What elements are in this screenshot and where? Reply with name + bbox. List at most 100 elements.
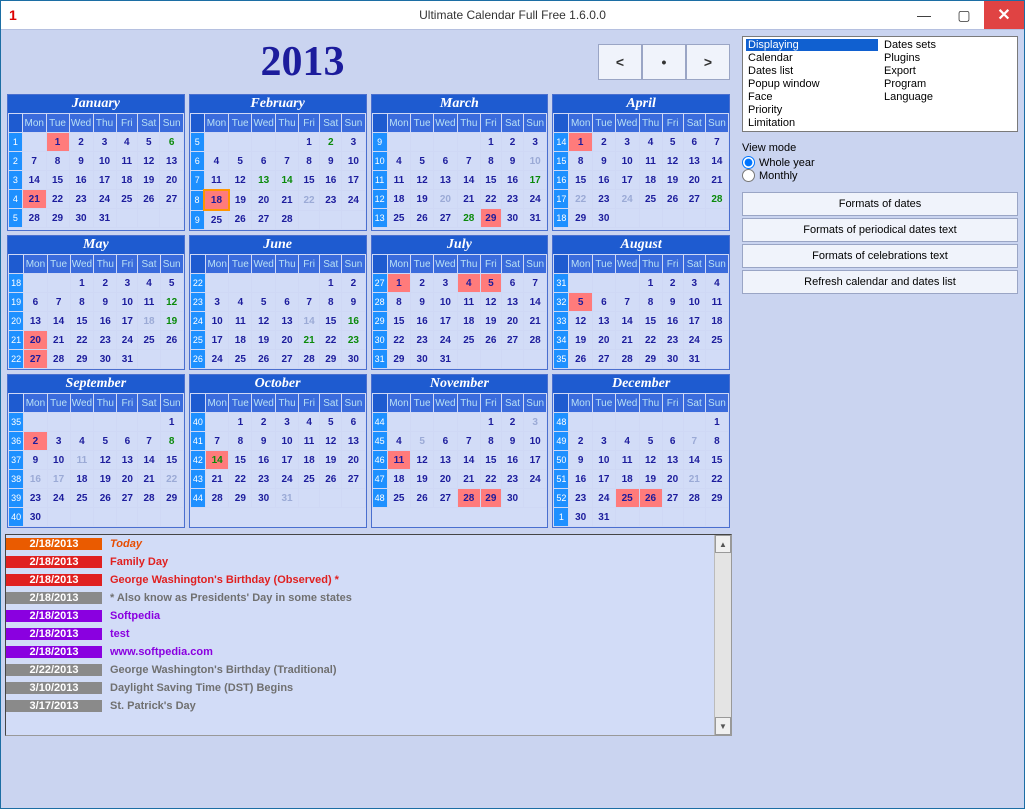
day-cell[interactable]: 22 xyxy=(160,470,183,489)
day-cell[interactable]: 19 xyxy=(411,470,434,489)
maximize-button[interactable]: ▢ xyxy=(944,1,984,29)
day-cell[interactable]: 10 xyxy=(592,451,615,470)
day-cell[interactable]: 19 xyxy=(160,312,183,331)
day-cell[interactable]: 18 xyxy=(387,470,411,489)
day-cell[interactable]: 7 xyxy=(276,152,299,171)
day-cell[interactable]: 5 xyxy=(320,413,342,432)
day-cell[interactable]: 6 xyxy=(117,432,138,451)
day-cell[interactable]: 30 xyxy=(662,350,683,369)
prev-button[interactable]: < xyxy=(598,44,642,80)
day-cell[interactable]: 16 xyxy=(94,312,117,331)
day-cell[interactable]: 19 xyxy=(252,331,276,350)
day-cell[interactable]: 4 xyxy=(204,152,228,171)
day-cell[interactable]: 24 xyxy=(276,470,299,489)
day-cell[interactable]: 4 xyxy=(457,274,480,293)
day-cell[interactable]: 3 xyxy=(683,274,705,293)
day-cell[interactable]: 21 xyxy=(683,470,705,489)
day-cell[interactable]: 9 xyxy=(569,451,593,470)
day-cell[interactable]: 20 xyxy=(252,190,276,210)
day-cell[interactable]: 24 xyxy=(93,190,116,209)
day-cell[interactable]: 15 xyxy=(639,312,662,331)
day-cell[interactable]: 21 xyxy=(276,190,299,210)
today-button[interactable]: • xyxy=(642,44,686,80)
day-cell[interactable]: 5 xyxy=(662,133,683,152)
day-cell[interactable]: 24 xyxy=(683,331,705,350)
day-cell[interactable]: 24 xyxy=(434,331,458,350)
day-cell[interactable]: 28 xyxy=(47,350,70,369)
day-cell[interactable]: 23 xyxy=(94,331,117,350)
day-cell[interactable]: 24 xyxy=(524,190,547,209)
day-cell[interactable]: 8 xyxy=(705,432,728,451)
day-cell[interactable]: 10 xyxy=(117,293,138,312)
day-cell[interactable]: 14 xyxy=(615,312,639,331)
day-cell[interactable]: 19 xyxy=(569,331,593,350)
event-row[interactable]: 3/10/2013Daylight Saving Time (DST) Begi… xyxy=(6,679,714,697)
day-cell[interactable]: 22 xyxy=(639,331,662,350)
day-cell[interactable]: 23 xyxy=(569,489,593,508)
day-cell[interactable]: 23 xyxy=(592,190,615,209)
day-cell[interactable]: 22 xyxy=(229,470,252,489)
day-cell[interactable]: 15 xyxy=(320,312,342,331)
day-cell[interactable]: 2 xyxy=(252,413,276,432)
minimize-button[interactable]: — xyxy=(904,1,944,29)
day-cell[interactable]: 22 xyxy=(320,331,342,350)
day-cell[interactable]: 29 xyxy=(569,209,593,228)
day-cell[interactable]: 30 xyxy=(592,209,615,228)
day-cell[interactable]: 8 xyxy=(70,293,94,312)
day-cell[interactable]: 26 xyxy=(569,350,593,369)
day-cell[interactable]: 25 xyxy=(116,190,137,209)
day-cell[interactable]: 15 xyxy=(387,312,411,331)
day-cell[interactable]: 2 xyxy=(662,274,683,293)
day-cell[interactable]: 5 xyxy=(639,432,662,451)
day-cell[interactable]: 8 xyxy=(229,432,252,451)
day-cell[interactable]: 20 xyxy=(160,171,183,190)
day-cell[interactable]: 24 xyxy=(615,190,639,209)
event-row[interactable]: 2/18/2013George Washington's Birthday (O… xyxy=(6,571,714,589)
day-cell[interactable]: 11 xyxy=(387,171,411,190)
day-cell[interactable]: 19 xyxy=(320,451,342,470)
day-cell[interactable]: 12 xyxy=(229,171,252,191)
day-cell[interactable]: 12 xyxy=(411,451,434,470)
day-cell[interactable]: 24 xyxy=(342,190,365,210)
day-cell[interactable]: 28 xyxy=(705,190,728,209)
day-cell[interactable]: 9 xyxy=(342,293,365,312)
day-cell[interactable]: 31 xyxy=(276,489,299,508)
day-cell[interactable]: 26 xyxy=(229,210,252,230)
day-cell[interactable]: 30 xyxy=(342,350,365,369)
day-cell[interactable]: 4 xyxy=(229,293,252,312)
day-cell[interactable]: 26 xyxy=(94,489,117,508)
day-cell[interactable]: 15 xyxy=(160,451,183,470)
day-cell[interactable]: 4 xyxy=(70,432,94,451)
day-cell[interactable]: 27 xyxy=(276,350,299,369)
settings-categories[interactable]: DisplayingDates setsCalendarPluginsDates… xyxy=(742,36,1018,132)
day-cell[interactable]: 23 xyxy=(252,470,276,489)
day-cell[interactable]: 28 xyxy=(683,489,705,508)
day-cell[interactable]: 22 xyxy=(480,470,501,489)
day-cell[interactable]: 1 xyxy=(229,413,252,432)
day-cell[interactable]: 30 xyxy=(501,209,523,228)
day-cell[interactable]: 28 xyxy=(22,209,46,228)
day-cell[interactable]: 18 xyxy=(116,171,137,190)
day-cell[interactable]: 23 xyxy=(501,190,523,209)
day-cell[interactable]: 29 xyxy=(480,489,501,508)
settings-item-plugins[interactable]: Plugins xyxy=(882,52,1014,64)
day-cell[interactable]: 17 xyxy=(205,331,229,350)
day-cell[interactable]: 15 xyxy=(480,451,501,470)
day-cell[interactable]: 2 xyxy=(592,133,615,152)
day-cell[interactable]: 4 xyxy=(705,274,728,293)
day-cell[interactable]: 13 xyxy=(160,152,183,171)
day-cell[interactable]: 6 xyxy=(342,413,365,432)
day-cell[interactable]: 24 xyxy=(524,470,547,489)
day-cell[interactable]: 10 xyxy=(276,432,299,451)
day-cell[interactable]: 9 xyxy=(320,152,342,171)
day-cell[interactable]: 17 xyxy=(524,171,547,190)
day-cell[interactable]: 11 xyxy=(229,312,252,331)
day-cell[interactable]: 20 xyxy=(342,451,365,470)
day-cell[interactable]: 28 xyxy=(615,350,639,369)
day-cell[interactable]: 7 xyxy=(457,432,480,451)
day-cell[interactable]: 25 xyxy=(138,331,160,350)
day-cell[interactable]: 10 xyxy=(205,312,229,331)
day-cell[interactable]: 30 xyxy=(501,489,523,508)
day-cell[interactable]: 11 xyxy=(705,293,728,312)
day-cell[interactable]: 11 xyxy=(299,432,320,451)
